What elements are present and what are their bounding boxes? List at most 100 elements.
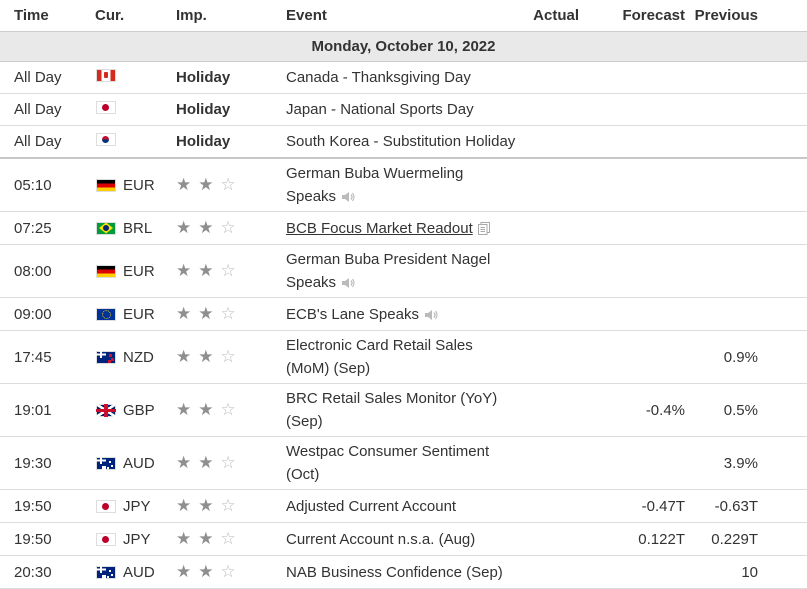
forecast-value bbox=[579, 330, 689, 384]
star-empty-icon: ☆ bbox=[220, 529, 243, 548]
header-importance[interactable]: Imp. bbox=[176, 0, 286, 32]
currency-cell bbox=[95, 61, 176, 94]
star-empty-icon: ☆ bbox=[220, 496, 243, 515]
previous-value bbox=[689, 297, 807, 331]
currency-cell: JPY bbox=[95, 522, 176, 556]
previous-value bbox=[689, 244, 807, 298]
event-cell[interactable]: German Buba President Nagel Speaks bbox=[286, 244, 518, 298]
currency-cell: NZD bbox=[95, 330, 176, 384]
date-label: Monday, October 10, 2022 bbox=[0, 31, 807, 62]
economic-calendar-table: Time Cur. Imp. Event Actual Forecast Pre… bbox=[0, 0, 807, 589]
event-name: Current Account n.s.a. (Aug) bbox=[286, 530, 476, 548]
currency-code: AUD bbox=[123, 563, 155, 581]
event-time: 19:50 bbox=[0, 489, 95, 523]
event-row[interactable]: 09:00 EUR ★★☆ ECB's Lane Speaks bbox=[0, 297, 807, 331]
holiday-row[interactable]: All Day Holiday Japan - National Sports Da… bbox=[0, 93, 807, 126]
event-name-line1: Electronic Card Retail Sales bbox=[286, 337, 473, 354]
event-row[interactable]: 07:25 BRL ★★☆ BCB Focus Market Readout bbox=[0, 211, 807, 245]
header-previous[interactable]: Previous bbox=[689, 0, 807, 32]
event-row[interactable]: 19:01 GBP ★★☆ BRC Retail Sales Monitor (YoY… bbox=[0, 383, 807, 437]
jp-flag-icon bbox=[96, 101, 116, 114]
header-time[interactable]: Time bbox=[0, 0, 95, 32]
header-actual[interactable]: Actual bbox=[518, 0, 579, 32]
speaker-icon[interactable] bbox=[341, 277, 355, 289]
star-filled-icon: ★ bbox=[198, 347, 221, 366]
speaker-icon[interactable] bbox=[341, 191, 355, 203]
currency-cell: GBP bbox=[95, 383, 176, 437]
eu-flag-icon bbox=[96, 307, 116, 321]
header-event[interactable]: Event bbox=[286, 0, 518, 32]
event-name-link[interactable]: BCB Focus Market Readout bbox=[286, 220, 473, 237]
holiday-row[interactable]: All Day Holiday Canada - Thanksgiving Day bbox=[0, 61, 807, 94]
event-time: 07:25 bbox=[0, 211, 95, 245]
event-cell[interactable]: German Buba Wuermeling Speaks bbox=[286, 157, 518, 212]
importance-stars: ★★☆ bbox=[176, 489, 286, 523]
nz-flag-icon bbox=[96, 350, 116, 364]
currency-cell bbox=[95, 93, 176, 126]
forecast-value bbox=[579, 211, 689, 245]
event-name: Adjusted Current Account bbox=[286, 497, 457, 515]
event-cell[interactable]: Current Account n.s.a. (Aug) bbox=[286, 522, 518, 556]
currency-code: EUR bbox=[123, 262, 155, 280]
currency-cell: JPY bbox=[95, 489, 176, 523]
event-time: 09:00 bbox=[0, 297, 95, 331]
star-filled-icon: ★ bbox=[198, 261, 221, 280]
event-cell[interactable]: Westpac Consumer Sentiment (Oct) bbox=[286, 436, 518, 490]
importance-stars: ★★☆ bbox=[176, 522, 286, 556]
date-row: Monday, October 10, 2022 bbox=[0, 31, 807, 62]
document-icon[interactable] bbox=[477, 222, 490, 236]
star-filled-icon: ★ bbox=[176, 261, 199, 280]
star-filled-icon: ★ bbox=[198, 562, 221, 581]
importance-stars: ★★☆ bbox=[176, 211, 286, 245]
forecast-value: 0.122T bbox=[579, 522, 689, 556]
event-name: ECB's Lane Speaks bbox=[286, 305, 419, 323]
holiday-event-name: Japan - National Sports Day bbox=[286, 93, 807, 126]
event-cell[interactable]: BRC Retail Sales Monitor (YoY) (Sep) bbox=[286, 383, 518, 437]
holiday-row[interactable]: All Day Holiday South Korea - Substitution… bbox=[0, 125, 807, 159]
event-time: 19:30 bbox=[0, 436, 95, 490]
star-filled-icon: ★ bbox=[198, 400, 221, 419]
star-filled-icon: ★ bbox=[198, 218, 221, 237]
importance-holiday: Holiday bbox=[176, 61, 286, 94]
actual-value bbox=[518, 522, 579, 556]
event-cell[interactable]: BCB Focus Market Readout bbox=[286, 211, 518, 245]
previous-value: 0.229T bbox=[689, 522, 807, 556]
event-cell[interactable]: Adjusted Current Account bbox=[286, 489, 518, 523]
forecast-value bbox=[579, 244, 689, 298]
currency-cell: EUR bbox=[95, 157, 176, 212]
speaker-icon[interactable] bbox=[424, 309, 438, 321]
event-row[interactable]: 05:10 EUR ★★☆ German Buba Wuermeling Speaks bbox=[0, 157, 807, 212]
event-row[interactable]: 19:50 JPY ★★☆ Adjusted Current Account -0.47… bbox=[0, 489, 807, 523]
event-row[interactable]: 19:30 AUD ★★☆ Westpac Consumer Sentiment (Oc… bbox=[0, 436, 807, 490]
event-cell[interactable]: ECB's Lane Speaks bbox=[286, 297, 518, 331]
star-filled-icon: ★ bbox=[198, 175, 221, 194]
star-filled-icon: ★ bbox=[176, 400, 199, 419]
forecast-value bbox=[579, 436, 689, 490]
event-name-line1: Westpac Consumer Sentiment bbox=[286, 443, 490, 460]
currency-code: AUD bbox=[123, 454, 155, 472]
event-time: 17:45 bbox=[0, 330, 95, 384]
event-name-line2: (Oct) bbox=[286, 466, 320, 483]
holiday-event-name: Canada - Thanksgiving Day bbox=[286, 61, 807, 94]
event-time: All Day bbox=[0, 93, 95, 126]
event-row[interactable]: 08:00 EUR ★★☆ German Buba President Nagel Sp… bbox=[0, 244, 807, 298]
header-forecast[interactable]: Forecast bbox=[579, 0, 689, 32]
star-empty-icon: ☆ bbox=[220, 218, 243, 237]
previous-value bbox=[689, 211, 807, 245]
forecast-value bbox=[579, 157, 689, 212]
importance-holiday: Holiday bbox=[176, 93, 286, 126]
event-cell[interactable]: Electronic Card Retail Sales (MoM) (Sep) bbox=[286, 330, 518, 384]
event-row[interactable]: 19:50 JPY ★★☆ Current Account n.s.a. (Aug) 0… bbox=[0, 522, 807, 556]
currency-cell: EUR bbox=[95, 297, 176, 331]
jp-flag-icon bbox=[96, 499, 116, 513]
star-filled-icon: ★ bbox=[176, 453, 199, 472]
event-row[interactable]: 17:45 NZD ★★☆ Electronic Card Retail Sales(… bbox=[0, 330, 807, 384]
de-flag-icon bbox=[96, 264, 116, 278]
currency-code: EUR bbox=[123, 176, 155, 194]
currency-cell: BRL bbox=[95, 211, 176, 245]
star-empty-icon: ☆ bbox=[220, 261, 243, 280]
header-currency[interactable]: Cur. bbox=[95, 0, 176, 32]
importance-stars: ★★☆ bbox=[176, 436, 286, 490]
de-flag-icon bbox=[96, 178, 116, 192]
event-time: 19:50 bbox=[0, 522, 95, 556]
